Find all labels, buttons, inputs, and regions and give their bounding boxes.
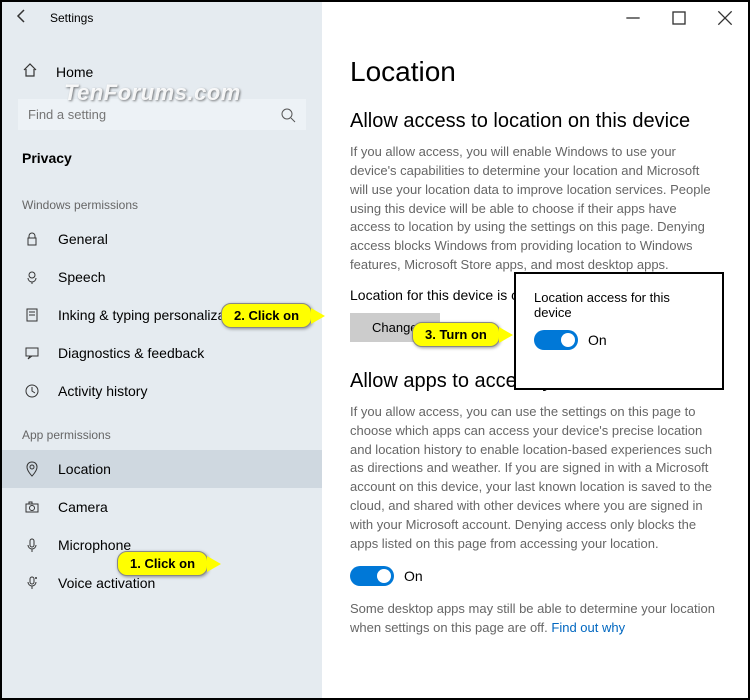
speech-icon [22,269,42,285]
page-title: Location [350,56,718,88]
microphone-icon [22,537,42,553]
toggle-label: On [404,568,423,584]
search-icon [280,107,296,128]
voice-icon [22,575,42,591]
sidebar-item-location[interactable]: Location [2,450,322,488]
sidebar: Home Privacy Windows permissions General… [2,2,322,698]
minimize-button[interactable] [610,2,656,34]
back-button[interactable] [2,8,42,29]
sidebar-item-general[interactable]: General [2,220,322,258]
device-location-toggle[interactable] [534,330,578,350]
window-title: Settings [42,11,93,25]
sidebar-item-speech[interactable]: Speech [2,258,322,296]
group-windows-permissions: Windows permissions [2,180,322,220]
inking-icon [22,307,42,323]
sidebar-item-activity[interactable]: Activity history [2,372,322,410]
titlebar: Settings [2,2,748,34]
maximize-button[interactable] [656,2,702,34]
callout-1: 1. Click on [117,551,208,576]
callout-3: 3. Turn on [412,322,500,347]
section-allow-device: Allow access to location on this device [350,110,718,133]
camera-icon [22,499,42,515]
popup-title: Location access for this device [534,290,704,320]
home-label: Home [56,64,93,80]
watermark: TenForums.com [64,80,241,106]
location-icon [22,461,42,477]
desc-apps: If you allow access, you can use the set… [350,403,718,554]
sidebar-item-camera[interactable]: Camera [2,488,322,526]
apps-location-toggle[interactable] [350,566,394,586]
sidebar-section: Privacy [2,142,322,180]
close-button[interactable] [702,2,748,34]
desktop-note: Some desktop apps may still be able to d… [350,600,718,638]
lock-icon [22,231,42,247]
popup-toggle-label: On [588,332,607,348]
callout-2: 2. Click on [221,303,312,328]
home-icon [22,62,42,81]
location-access-popup: Location access for this device On [514,272,724,390]
sidebar-item-diagnostics[interactable]: Diagnostics & feedback [2,334,322,372]
find-out-why-link[interactable]: Find out why [551,620,625,635]
feedback-icon [22,345,42,361]
activity-icon [22,383,42,399]
desc-device: If you allow access, you will enable Win… [350,143,718,275]
group-app-permissions: App permissions [2,410,322,450]
